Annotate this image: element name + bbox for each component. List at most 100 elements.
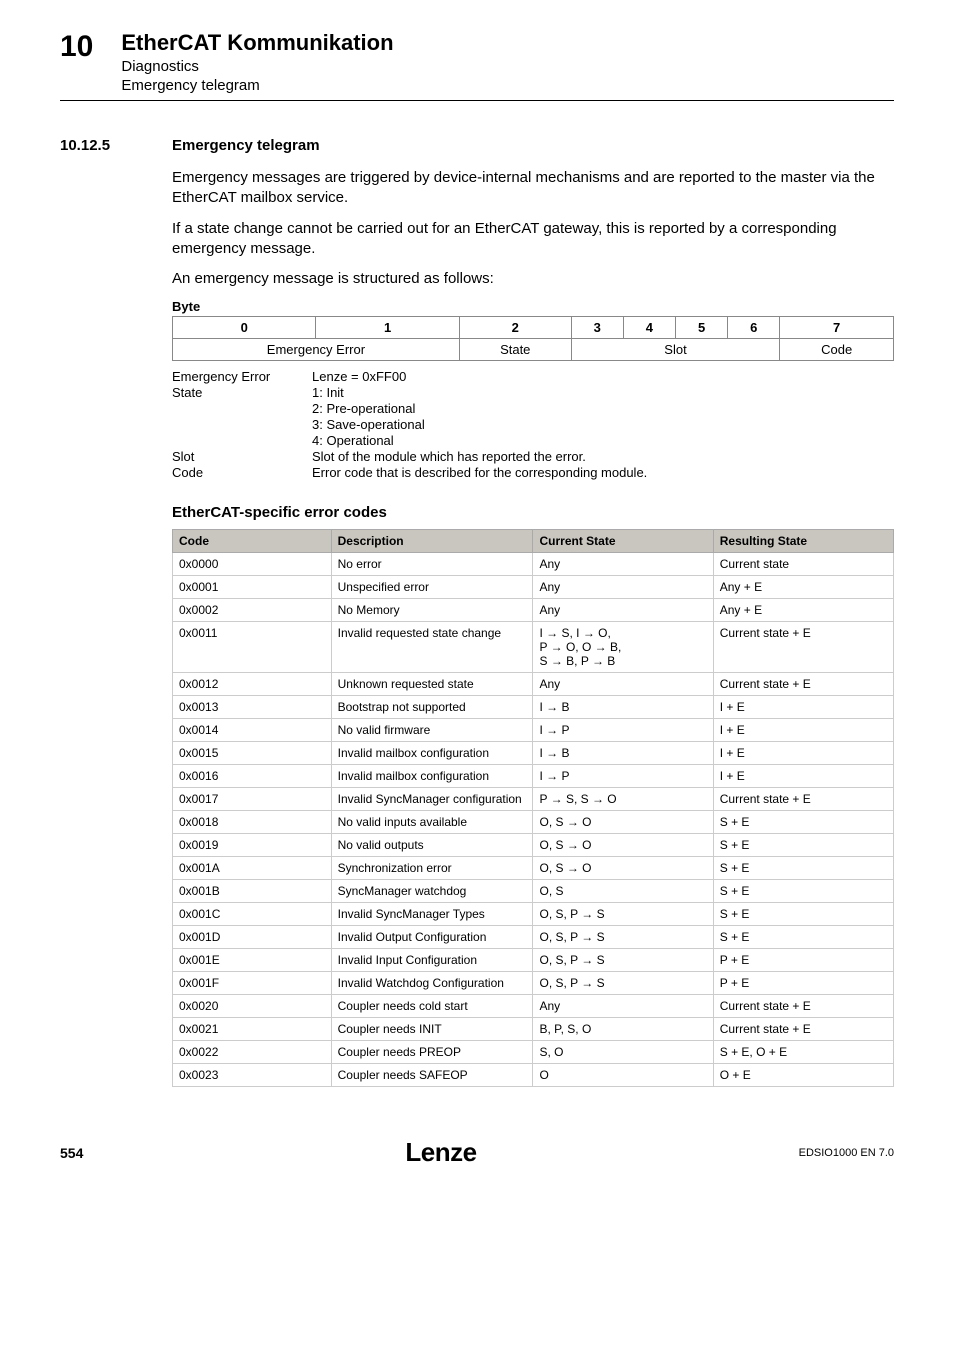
def-val-state4: 4: Operational xyxy=(312,433,894,448)
table-row: 0x0002No MemoryAnyAny + E xyxy=(173,599,894,622)
codes-cell-desc: Invalid mailbox configuration xyxy=(331,742,533,765)
paragraph: An emergency message is structured as fo… xyxy=(172,269,894,289)
byte-table: 0 1 2 3 4 5 6 7 Emergency Error State Sl… xyxy=(172,316,894,361)
codes-cell-cur: Any xyxy=(533,995,713,1018)
table-row: 0x0011Invalid requested state changeI → … xyxy=(173,622,894,673)
codes-cell-code: 0x0022 xyxy=(173,1041,332,1064)
codes-cell-cur: Any xyxy=(533,553,713,576)
codes-cell-desc: Bootstrap not supported xyxy=(331,696,533,719)
chapter-titles: EtherCAT Kommunikation Diagnostics Emerg… xyxy=(121,30,393,94)
codes-title: EtherCAT-specific error codes xyxy=(172,504,894,521)
table-row: 0x0014No valid firmwareI → PI + E xyxy=(173,719,894,742)
brand-logo: Lenze xyxy=(405,1137,476,1168)
table-row: 0x0016Invalid mailbox configurationI → P… xyxy=(173,765,894,788)
codes-cell-res: P + E xyxy=(713,949,893,972)
def-term-error: Emergency Error xyxy=(172,369,312,384)
codes-cell-code: 0x0020 xyxy=(173,995,332,1018)
codes-cell-cur: Any xyxy=(533,599,713,622)
def-val-code: Error code that is described for the cor… xyxy=(312,465,894,480)
byte-cell-emergency-error: Emergency Error xyxy=(173,339,460,361)
chapter-sub2: Emergency telegram xyxy=(121,77,393,94)
codes-header-desc: Description xyxy=(331,530,533,553)
codes-cell-desc: Coupler needs cold start xyxy=(331,995,533,1018)
codes-cell-res: S + E xyxy=(713,811,893,834)
byte-cell-slot: Slot xyxy=(571,339,780,361)
codes-cell-cur: O, S → O xyxy=(533,857,713,880)
codes-cell-code: 0x0023 xyxy=(173,1064,332,1087)
codes-cell-res: Current state + E xyxy=(713,1018,893,1041)
codes-header-cur: Current State xyxy=(533,530,713,553)
codes-cell-cur: O, S → O xyxy=(533,811,713,834)
table-row: 0x001FInvalid Watchdog ConfigurationO, S… xyxy=(173,972,894,995)
codes-cell-cur: P → S, S → O xyxy=(533,788,713,811)
table-row: 0x0021Coupler needs INITB, P, S, OCurren… xyxy=(173,1018,894,1041)
codes-cell-desc: No Memory xyxy=(331,599,533,622)
codes-cell-res: I + E xyxy=(713,742,893,765)
codes-cell-desc: No valid outputs xyxy=(331,834,533,857)
codes-cell-desc: Invalid Output Configuration xyxy=(331,926,533,949)
codes-cell-code: 0x001C xyxy=(173,903,332,926)
codes-cell-cur: I → B xyxy=(533,742,713,765)
codes-cell-res: I + E xyxy=(713,719,893,742)
codes-cell-cur: O, S, P → S xyxy=(533,972,713,995)
codes-cell-cur: S, O xyxy=(533,1041,713,1064)
codes-cell-cur: O, S → O xyxy=(533,834,713,857)
codes-cell-res: S + E xyxy=(713,857,893,880)
codes-cell-res: S + E, O + E xyxy=(713,1041,893,1064)
codes-cell-code: 0x0021 xyxy=(173,1018,332,1041)
codes-cell-code: 0x0014 xyxy=(173,719,332,742)
codes-cell-code: 0x001F xyxy=(173,972,332,995)
codes-cell-res: S + E xyxy=(713,903,893,926)
byte-header-0: 0 xyxy=(173,317,316,339)
paragraph: If a state change cannot be carried out … xyxy=(172,219,894,260)
codes-cell-code: 0x0012 xyxy=(173,673,332,696)
byte-header-1: 1 xyxy=(316,317,459,339)
def-term-slot: Slot xyxy=(172,449,312,464)
codes-cell-code: 0x0013 xyxy=(173,696,332,719)
codes-cell-desc: Invalid requested state change xyxy=(331,622,533,673)
byte-cell-code: Code xyxy=(780,339,894,361)
chapter-number: 10 xyxy=(60,30,93,64)
codes-cell-desc: Invalid Input Configuration xyxy=(331,949,533,972)
codes-cell-desc: Unknown requested state xyxy=(331,673,533,696)
table-row: 0x0012Unknown requested stateAnyCurrent … xyxy=(173,673,894,696)
codes-header-code: Code xyxy=(173,530,332,553)
codes-cell-cur: O, S, P → S xyxy=(533,903,713,926)
codes-cell-res: I + E xyxy=(713,696,893,719)
codes-cell-cur: I → S, I → O, P → O, O → B, S → B, P → B xyxy=(533,622,713,673)
paragraph: Emergency messages are triggered by devi… xyxy=(172,168,894,209)
table-row: 0x0013Bootstrap not supportedI → BI + E xyxy=(173,696,894,719)
codes-cell-res: O + E xyxy=(713,1064,893,1087)
codes-table: Code Description Current State Resulting… xyxy=(172,529,894,1087)
byte-defs: Emergency Error Lenze = 0xFF00 State 1: … xyxy=(172,369,894,480)
codes-cell-cur: O xyxy=(533,1064,713,1087)
codes-cell-res: Current state + E xyxy=(713,995,893,1018)
chapter-title: EtherCAT Kommunikation xyxy=(121,30,393,56)
doc-id: EDSIO1000 EN 7.0 xyxy=(799,1147,894,1159)
codes-cell-code: 0x0015 xyxy=(173,742,332,765)
codes-cell-cur: B, P, S, O xyxy=(533,1018,713,1041)
byte-label: Byte xyxy=(172,299,894,314)
codes-cell-res: Current state + E xyxy=(713,622,893,673)
codes-cell-code: 0x0019 xyxy=(173,834,332,857)
codes-cell-res: Any + E xyxy=(713,576,893,599)
table-row: 0x0023Coupler needs SAFEOPOO + E xyxy=(173,1064,894,1087)
codes-cell-cur: Any xyxy=(533,576,713,599)
codes-cell-desc: No valid inputs available xyxy=(331,811,533,834)
codes-cell-res: S + E xyxy=(713,834,893,857)
codes-cell-code: 0x001A xyxy=(173,857,332,880)
page-number: 554 xyxy=(60,1145,83,1161)
def-val-state3: 3: Save-operational xyxy=(312,417,894,432)
codes-cell-cur: O, S, P → S xyxy=(533,926,713,949)
codes-cell-code: 0x0016 xyxy=(173,765,332,788)
codes-cell-desc: SyncManager watchdog xyxy=(331,880,533,903)
def-val-state2: 2: Pre-operational xyxy=(312,401,894,416)
codes-cell-cur: I → P xyxy=(533,765,713,788)
chapter-sub1: Diagnostics xyxy=(121,58,393,75)
table-row: 0x0001Unspecified errorAnyAny + E xyxy=(173,576,894,599)
codes-cell-code: 0x0018 xyxy=(173,811,332,834)
codes-cell-res: P + E xyxy=(713,972,893,995)
table-row: 0x001DInvalid Output ConfigurationO, S, … xyxy=(173,926,894,949)
codes-cell-desc: Unspecified error xyxy=(331,576,533,599)
codes-cell-cur: I → B xyxy=(533,696,713,719)
